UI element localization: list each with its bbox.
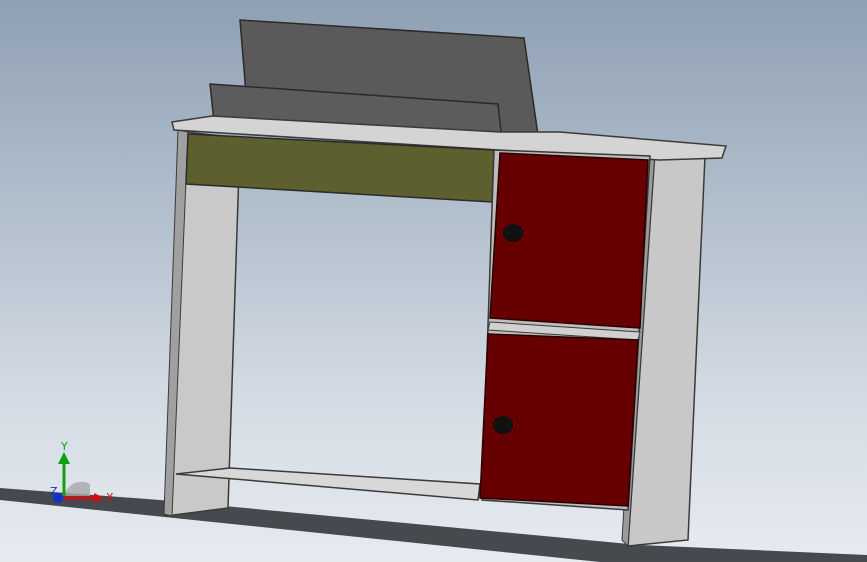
y-axis-arrow-icon xyxy=(58,452,70,464)
axis-triad: Y X Z xyxy=(50,440,114,504)
x-axis-label: X xyxy=(106,491,114,504)
graphics-viewport[interactable]: Y X Z xyxy=(0,0,867,562)
ground-shadow xyxy=(0,488,867,562)
x-axis-arrow-icon xyxy=(94,493,104,503)
lower-door-knob xyxy=(493,416,513,434)
desk-model[interactable] xyxy=(0,0,867,562)
upper-door-knob xyxy=(503,224,523,242)
y-axis-label: Y xyxy=(60,440,68,453)
z-axis-label: Z xyxy=(50,485,58,498)
